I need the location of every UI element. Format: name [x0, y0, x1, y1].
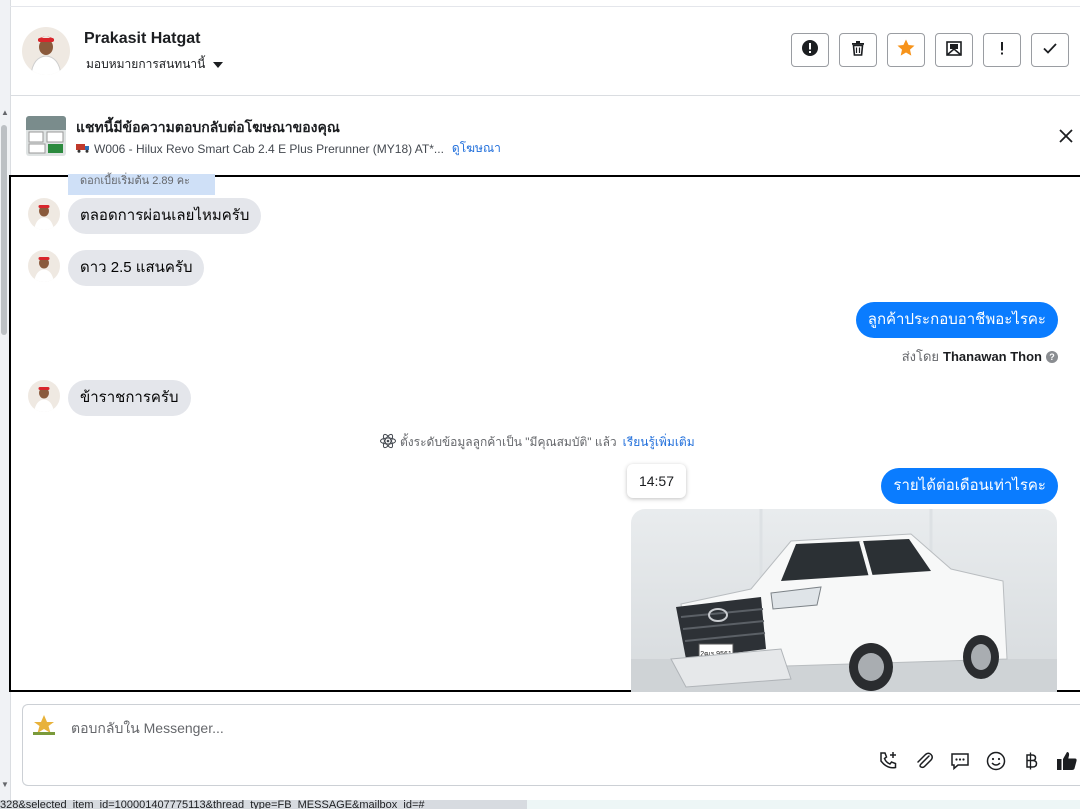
saved-replies-button[interactable]: [949, 752, 971, 774]
system-note: ตั้งระดับข้อมูลลูกค้าเป็น "มีคุณสมบัติ" …: [379, 432, 695, 453]
contact-avatar[interactable]: [22, 27, 70, 75]
thumbs-up-icon: [1055, 750, 1079, 777]
reply-input[interactable]: [71, 718, 771, 738]
incoming-message[interactable]: ข้าราชการครับ: [68, 380, 191, 416]
send-like-button[interactable]: [1055, 750, 1079, 777]
star-icon: [896, 38, 916, 63]
sender-avatar[interactable]: [28, 380, 60, 412]
timestamp-tooltip: 14:57: [627, 464, 686, 498]
baht-icon: [1020, 750, 1042, 777]
delete-button[interactable]: [839, 33, 877, 67]
check-icon: [1041, 39, 1059, 62]
browser-status-url: 328&selected_item_id=100001407775113&thr…: [0, 800, 527, 809]
close-banner-button[interactable]: [1056, 126, 1076, 146]
payment-button[interactable]: [1020, 752, 1042, 774]
scroll-down-icon[interactable]: ▼: [0, 780, 10, 789]
alert-circle-icon: [801, 39, 819, 62]
header-divider: [10, 95, 1080, 96]
star-button[interactable]: [887, 33, 925, 67]
bottom-strip: [527, 800, 1080, 809]
call-button[interactable]: [877, 750, 899, 777]
view-ad-link[interactable]: ดูโฆษณา: [452, 139, 501, 158]
assign-label: มอบหมายการสนทนานี้: [86, 57, 206, 71]
emoji-icon: [985, 750, 1007, 777]
scrollbar-thumb[interactable]: [1, 125, 7, 335]
close-icon: [1056, 129, 1076, 150]
mark-done-button[interactable]: [1031, 33, 1069, 67]
system-note-text: ตั้งระดับข้อมูลลูกค้าเป็น "มีคุณสมบัติ" …: [400, 435, 617, 449]
report-button[interactable]: [791, 33, 829, 67]
ad-description: W006 - Hilux Revo Smart Cab 2.4 E Plus P…: [76, 139, 501, 158]
sent-by-label: ส่งโดย Thanawan Thon ?: [902, 346, 1058, 367]
sent-by-prefix: ส่งโดย: [901, 349, 940, 364]
page-logo-icon: [30, 713, 58, 737]
ad-name: W006 - Hilux Revo Smart Cab 2.4 E Plus P…: [94, 141, 444, 156]
mark-spam-button[interactable]: [983, 33, 1021, 67]
sent-by-name: Thanawan Thon: [943, 349, 1042, 364]
outgoing-message[interactable]: รายได้ต่อเดือนเท่าไรคะ: [881, 468, 1058, 504]
truck-icon: [76, 142, 90, 156]
exclamation-icon: [993, 39, 1011, 62]
chat-bubble-icon: [949, 750, 971, 777]
mark-unread-icon: [945, 39, 963, 62]
atom-icon: [379, 432, 397, 453]
ad-reply-title: แชทนี้มีข้อความตอบกลับต่อโฆษณาของคุณ: [76, 119, 340, 135]
emoji-button[interactable]: [985, 750, 1007, 777]
incoming-message[interactable]: ตลอดการผ่อนเลยไหมครับ: [68, 198, 262, 234]
assign-conversation-dropdown[interactable]: มอบหมายการสนทนานี้: [86, 55, 224, 74]
attach-button[interactable]: [913, 752, 935, 774]
phone-plus-icon: [877, 750, 899, 777]
trash-icon: [849, 39, 867, 62]
outgoing-message[interactable]: ลูกค้าประกอบอาชีพอะไรคะ: [855, 302, 1058, 338]
learn-more-link[interactable]: เรียนรู้เพิ่มเติม: [623, 433, 695, 452]
scroll-up-icon[interactable]: ▲: [0, 108, 10, 117]
help-icon[interactable]: ?: [1046, 350, 1058, 363]
paperclip-icon: [913, 750, 935, 777]
caret-down-icon: [213, 61, 224, 68]
faded-previous-message: ดอกเบี้ยเริ่มต้น 2.89 คะ: [68, 174, 215, 195]
contact-name[interactable]: Prakasit Hatgat: [84, 30, 201, 48]
ad-thumbnail[interactable]: [26, 116, 66, 156]
sender-avatar[interactable]: [28, 198, 60, 230]
attached-car-photo[interactable]: 2ฒร 9561: [631, 509, 1057, 692]
mark-unread-button[interactable]: [935, 33, 973, 67]
incoming-message[interactable]: ดาว 2.5 แสนครับ: [68, 250, 205, 286]
sender-avatar[interactable]: [28, 250, 60, 282]
top-divider: [10, 0, 1080, 7]
